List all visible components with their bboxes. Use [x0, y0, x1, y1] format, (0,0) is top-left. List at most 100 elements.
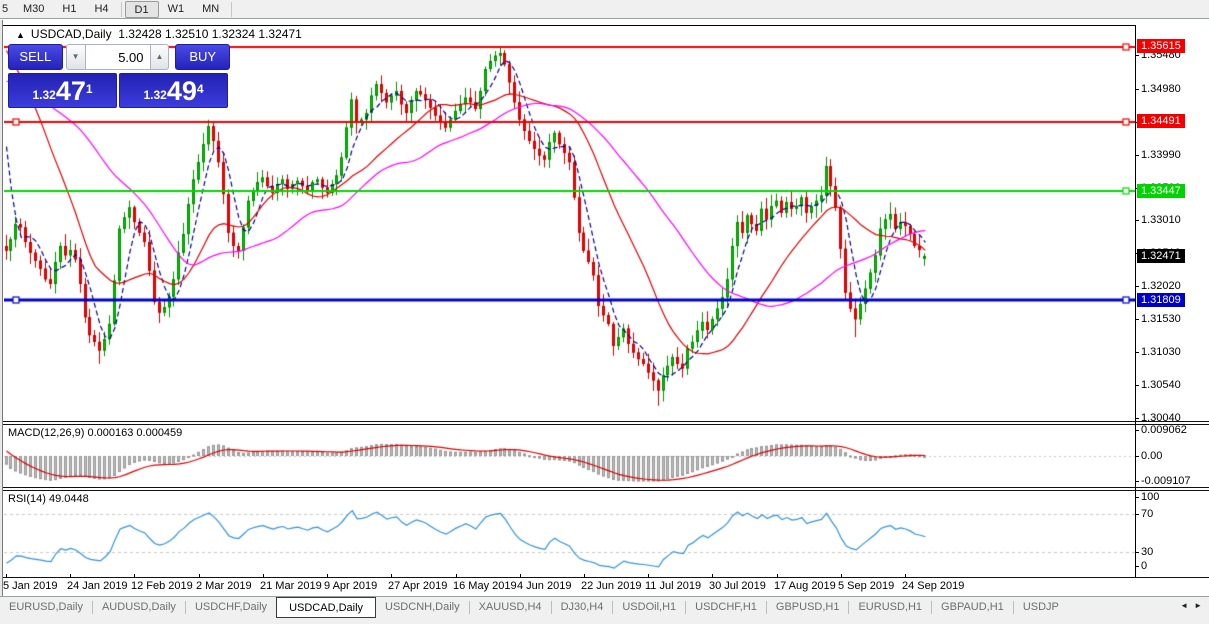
sell-button[interactable]: SELL: [8, 44, 63, 70]
date-axis-label: 17 Aug 2019: [774, 580, 836, 592]
tab-eurusd-daily[interactable]: EURUSD,Daily: [0, 598, 92, 615]
rsi-axis-label: 30: [1141, 546, 1153, 558]
date-axis-label: 30 Jul 2019: [709, 580, 766, 592]
price-badge: 1.35615: [1137, 39, 1185, 53]
date-axis-label: 5 Jan 2019: [3, 580, 57, 592]
tab-xauusd-h4[interactable]: XAUUSD,H4: [470, 598, 551, 615]
tab-usdoil-h1[interactable]: USDOil,H1: [613, 598, 685, 615]
buy-price-pipette: 4: [197, 74, 204, 104]
price-badge: 1.34491: [1137, 114, 1185, 128]
timeframe-button-m30[interactable]: M30: [14, 1, 53, 18]
price-axis-tick: [1135, 319, 1139, 320]
rsi-indicator-label: RSI(14) 49.0448: [8, 493, 89, 505]
price-axis-label: 1.34980: [1141, 83, 1181, 95]
date-axis-label: 5 Sep 2019: [838, 580, 894, 592]
toolbar-separator: [231, 2, 232, 17]
macd-axis-label: 0.00: [1141, 450, 1162, 462]
title-marker-icon[interactable]: ▲: [16, 30, 25, 40]
rsi-axis-tick: [1135, 514, 1139, 515]
volume-increase-button[interactable]: ▲: [150, 44, 170, 70]
price-axis-tick: [1135, 220, 1139, 221]
sell-price-display[interactable]: 1.32471: [8, 73, 117, 108]
sell-price-prefix: 1.32: [32, 85, 55, 105]
buy-button[interactable]: BUY: [175, 44, 230, 70]
volume-input[interactable]: [86, 44, 150, 70]
price-axis-label: 1.33010: [1141, 214, 1181, 226]
tab-usdchf-daily[interactable]: USDCHF,Daily: [186, 598, 276, 615]
price-axis-label: 1.30040: [1141, 412, 1181, 424]
timeframe-button-mn[interactable]: MN: [193, 1, 228, 18]
symbol-tabbar: EURUSD,DailyAUDUSD,DailyUSDCHF,DailyUSDC…: [0, 596, 1209, 624]
price-badge: 1.31809: [1137, 293, 1185, 307]
metatrader-screen: 5M30H1H4 D1W1MN ▲ USDCAD,Daily 1.32428 1.3…: [0, 0, 1209, 624]
buy-price-display[interactable]: 1.32494: [119, 73, 228, 108]
price-axis-border: [1135, 25, 1136, 578]
toolbar-separator: [121, 2, 122, 17]
chart-symbol-period: USDCAD,Daily: [31, 27, 112, 41]
macd-axis-tick: [1135, 456, 1139, 457]
sell-price-pipette: 1: [86, 74, 93, 104]
price-axis-label: 1.31030: [1141, 346, 1181, 358]
price-axis-tick: [1135, 55, 1139, 56]
date-axis-label: 9 Apr 2019: [324, 580, 377, 592]
timeframe-button-d1[interactable]: D1: [125, 1, 159, 18]
rsi-axis-tick: [1135, 552, 1139, 553]
date-axis-label: 22 Jun 2019: [581, 580, 642, 592]
tabs-scroll-left-icon[interactable]: ◄: [1177, 597, 1191, 614]
date-axis-label: 4 Jun 2019: [517, 580, 571, 592]
macd-axis-tick: [1135, 430, 1139, 431]
tab-audusd-daily[interactable]: AUDUSD,Daily: [93, 598, 185, 615]
date-axis-label: 24 Sep 2019: [902, 580, 964, 592]
timeframe-button-h1[interactable]: H1: [53, 1, 85, 18]
price-badge: 1.32471: [1137, 249, 1185, 263]
macd-axis-label: -0.009107: [1141, 475, 1191, 487]
rsi-axis-label: 70: [1141, 508, 1153, 520]
price-axis-label: 1.30540: [1141, 379, 1181, 391]
price-axis-tick: [1135, 385, 1139, 386]
macd-axis-tick: [1135, 481, 1139, 482]
macd-indicator-label: MACD(12,26,9) 0.000163 0.000459: [8, 427, 182, 439]
one-click-trade-panel: SELL ▼ ▲ BUY 1.32471 1.32494: [8, 44, 230, 108]
rsi-axis-label: 0: [1141, 560, 1147, 572]
date-axis-label: 12 Feb 2019: [131, 580, 193, 592]
price-axis-tick: [1135, 352, 1139, 353]
date-axis-label: 24 Jan 2019: [67, 580, 128, 592]
chart-title: ▲ USDCAD,Daily 1.32428 1.32510 1.32324 1.…: [16, 27, 302, 41]
price-axis-tick: [1135, 286, 1139, 287]
tab-gbpusd-h1[interactable]: GBPUSD,H1: [767, 598, 849, 615]
price-axis-tick: [1135, 418, 1139, 419]
date-axis-label: 21 Mar 2019: [260, 580, 322, 592]
timeframe-button-w1[interactable]: W1: [159, 1, 194, 18]
volume-decrease-button[interactable]: ▼: [66, 44, 86, 70]
price-badge: 1.33447: [1137, 184, 1185, 198]
sell-price-big-digits: 47: [56, 78, 86, 105]
timeframe-button-h4[interactable]: H4: [85, 1, 117, 18]
date-axis-label: 11 Jul 2019: [645, 580, 701, 592]
macd-axis-label: 0.009062: [1141, 424, 1187, 436]
price-axis-label: 1.33990: [1141, 149, 1181, 161]
buy-price-big-digits: 49: [167, 78, 197, 105]
price-axis-tick: [1135, 89, 1139, 90]
price-axis-tick: [1135, 155, 1139, 156]
tab-gbpaud-h1[interactable]: GBPAUD,H1: [932, 598, 1013, 615]
chart-ohlc-values: 1.32428 1.32510 1.32324 1.32471: [118, 27, 302, 41]
tabs-scroll-right-icon[interactable]: ►: [1191, 597, 1205, 614]
price-axis-label: 1.31530: [1141, 313, 1181, 325]
chart-canvas[interactable]: [4, 26, 1135, 578]
timeframe-toolbar: 5M30H1H4 D1W1MN: [0, 0, 1209, 19]
rsi-axis-label: 100: [1141, 491, 1159, 503]
buy-price-prefix: 1.32: [143, 85, 166, 105]
date-axis-label: 16 May 2019: [453, 580, 517, 592]
tab-usdjp[interactable]: USDJP: [1014, 598, 1068, 615]
rsi-axis-tick: [1135, 497, 1139, 498]
date-axis-label: 2 Mar 2019: [196, 580, 252, 592]
tab-usdcad-daily[interactable]: USDCAD,Daily: [276, 597, 376, 618]
tab-usdcnh-daily[interactable]: USDCNH,Daily: [376, 598, 469, 615]
tab-dj30-h4[interactable]: DJ30,H4: [552, 598, 613, 615]
price-axis-label: 1.32020: [1141, 280, 1181, 292]
rsi-axis-tick: [1135, 566, 1139, 567]
window-left-edge: [0, 20, 3, 596]
tab-eurusd-h1[interactable]: EURUSD,H1: [849, 598, 931, 615]
timeframe-button-5[interactable]: 5: [0, 1, 14, 18]
tab-usdchf-h1[interactable]: USDCHF,H1: [686, 598, 766, 615]
